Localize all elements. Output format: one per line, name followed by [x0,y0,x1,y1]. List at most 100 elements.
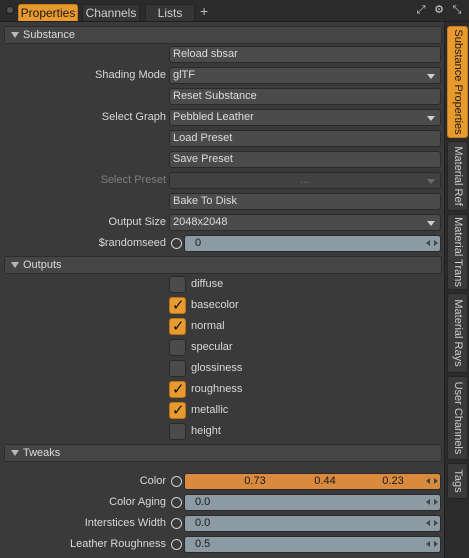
side-tab-tags[interactable]: Tags [447,463,468,499]
add-tab-button[interactable]: + [200,3,208,19]
panel-grip-icon[interactable] [6,6,14,14]
animate-toggle-icon[interactable] [171,238,182,249]
output-size-dropdown[interactable]: 2048x2048 [169,214,441,231]
checkbox[interactable] [169,339,186,356]
load-preset-button[interactable]: Load Preset [169,130,441,147]
randomseed-label: $randomseed [98,237,166,249]
randomseed-input[interactable]: 0 [184,235,441,252]
section-substance[interactable]: Substance [4,26,442,44]
spinner-arrows-icon[interactable] [426,519,438,528]
expand-icon[interactable]: ⤢ [415,4,427,16]
animate-toggle-icon[interactable] [171,518,182,529]
reload-sbsar-button[interactable]: Reload sbsar [169,46,441,63]
color-aging-field-row: 0.0 [169,494,441,511]
animate-toggle-icon[interactable] [171,497,182,508]
chevron-down-icon [427,116,435,121]
collapse-triangle-icon[interactable] [11,32,19,38]
chevron-down-icon [427,74,435,79]
output-size-label: Output Size [108,216,166,228]
randomseed-value: 0 [195,237,202,249]
side-tab-material-trans[interactable]: Material Trans [447,214,468,290]
color-r-value[interactable]: 0.73 [225,474,285,489]
shading-mode-label: Shading Mode [95,69,166,81]
checkbox[interactable]: ✓ [169,402,186,419]
select-preset-value: ... [300,174,310,186]
tab-channels[interactable]: Channels [82,4,140,21]
side-tab-material-rays[interactable]: Material Rays [447,293,468,373]
output-label: specular [191,341,233,353]
checkbox[interactable] [169,276,186,293]
interstices-width-input[interactable]: 0.0 [184,515,441,532]
chevron-down-icon [427,179,435,184]
checkbox[interactable]: ✓ [169,297,186,314]
interstices-width-field-row: 0.0 [169,515,441,532]
spinner-arrows-icon[interactable] [426,239,438,248]
side-tab-material-ref[interactable]: Material Ref [447,141,468,211]
shading-mode-dropdown[interactable]: glTF [169,67,441,84]
select-preset-label: Select Preset [100,174,166,186]
output-label: basecolor [191,299,239,311]
color-b-value[interactable]: 0.23 [363,474,423,489]
collapse-triangle-icon[interactable] [11,450,19,456]
color-g-value[interactable]: 0.44 [295,474,355,489]
color-aging-value: 0.0 [195,496,211,508]
side-tab-user-channels[interactable]: User Channels [447,376,468,460]
spinner-arrows-icon[interactable] [426,540,438,549]
section-title: Tweaks [23,447,61,459]
side-tab-label: Material Rays [451,299,464,367]
leather-roughness-label: Leather Roughness [69,538,166,550]
gear-icon[interactable]: ⚙ [433,4,445,16]
side-tab-substance-properties[interactable]: Substance Properties [447,26,468,138]
output-label: height [191,425,221,437]
select-preset-dropdown[interactable]: ... [169,172,441,189]
output-label: metallic [191,404,229,416]
section-outputs[interactable]: Outputs [4,256,442,274]
section-title: Substance [23,29,75,41]
checkmark-icon: ✓ [172,297,185,314]
shading-mode-value: glTF [173,69,195,81]
chevron-down-icon [427,221,435,226]
section-tweaks[interactable]: Tweaks [4,444,442,462]
side-tab-label: Substance Properties [451,29,464,135]
checkmark-icon: ✓ [172,402,185,419]
output-label: roughness [191,383,243,395]
color-aging-label: Color Aging [109,496,166,508]
save-preset-button[interactable]: Save Preset [169,151,441,168]
spinner-arrows-icon[interactable] [426,477,438,486]
checkmark-icon: ✓ [172,318,185,335]
tab-lists[interactable]: Lists [145,4,195,21]
checkbox[interactable] [169,423,186,440]
side-tab-label: Material Ref [451,146,464,206]
checkmark-icon: ✓ [172,381,185,398]
interstices-width-value: 0.0 [195,517,211,529]
side-tab-strip: Substance Properties Material Ref Materi… [444,22,469,558]
animate-toggle-icon[interactable] [171,476,182,487]
color-field-row: 0.73 0.44 0.23 [169,473,441,490]
leather-roughness-input[interactable]: 0.5 [184,536,441,553]
color-swatch-input[interactable]: 0.73 0.44 0.23 [184,473,441,490]
output-size-value: 2048x2048 [173,216,228,228]
color-aging-input[interactable]: 0.0 [184,494,441,511]
collapse-triangle-icon[interactable] [11,262,19,268]
output-label: diffuse [191,278,224,290]
spinner-arrows-icon[interactable] [426,498,438,507]
animate-toggle-icon[interactable] [171,539,182,550]
checkbox[interactable]: ✓ [169,381,186,398]
side-tab-label: Tags [451,469,464,493]
checkbox[interactable] [169,360,186,377]
top-tab-strip: Properties Channels Lists + ⤢ ⚙ ⤡ [0,0,469,22]
interstices-width-label: Interstices Width [84,517,166,529]
collapse-icon[interactable]: ⤡ [451,4,463,16]
leather-roughness-field-row: 0.5 [169,536,441,553]
tab-properties[interactable]: Properties [18,4,78,21]
bake-to-disk-button[interactable]: Bake To Disk [169,193,441,210]
side-tab-label: Material Trans [451,217,464,287]
checkbox[interactable]: ✓ [169,318,186,335]
section-title: Outputs [23,259,62,271]
select-graph-dropdown[interactable]: Pebbled Leather [169,109,441,126]
output-label: glossiness [191,362,243,374]
output-label: normal [191,320,225,332]
select-graph-label: Select Graph [101,111,166,123]
side-tab-label: User Channels [451,381,464,455]
reset-substance-button[interactable]: Reset Substance [169,88,441,105]
